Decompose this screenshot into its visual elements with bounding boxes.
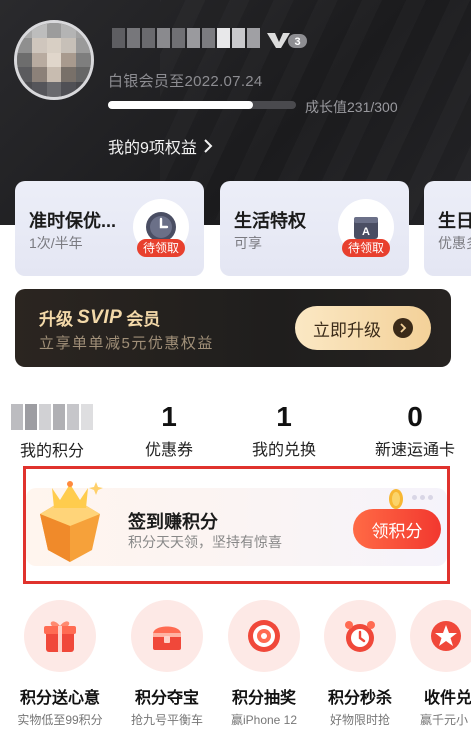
chevron-right-icon (204, 139, 213, 153)
stat-label: 我的积分 (19, 443, 84, 460)
menu-icon-ring (410, 600, 471, 672)
menu-item-delivery-redeem[interactable]: 收件兑 赢千元小 (410, 600, 471, 728)
menu-item-subtitle: 实物低至99积分 (17, 713, 103, 727)
pending-claim-tag: 待领取 (137, 239, 186, 257)
benefit-card-subtitle: 优惠多 (438, 235, 471, 251)
star-badge-icon (431, 621, 461, 651)
benefit-card-punctuality[interactable]: 准时保优... 1次/半年 待领取 (15, 181, 204, 276)
menu-icon-ring (228, 600, 300, 672)
menu-item-treasure[interactable]: 积分夺宝 抢九号平衡车 (117, 600, 217, 728)
stat-coupons[interactable]: 1 优惠券 (114, 400, 224, 460)
gift-box-icon (44, 621, 76, 652)
svg-text:A: A (362, 226, 370, 238)
svip-title-suffix: 会员 (126, 310, 161, 329)
lottery-wheel-icon (248, 620, 280, 652)
menu-item-label: 积分抽奖 (231, 690, 296, 707)
benefit-card-subtitle: 可享 (234, 235, 262, 251)
username-redacted (112, 28, 260, 48)
svg-text:3: 3 (294, 36, 300, 48)
growth-progress-fill (108, 101, 253, 109)
menu-icon-ring (24, 600, 96, 672)
benefit-card-title: 生活特权 (234, 211, 306, 231)
menu-item-subtitle: 抢九号平衡车 (130, 713, 203, 727)
menu-icon-ring (131, 600, 203, 672)
benefit-card-life-privilege[interactable]: 生活特权 可享 A 待领取 (220, 181, 409, 276)
my-benefits-link[interactable]: 我的9项权益 (108, 134, 215, 158)
arrow-right-icon (393, 318, 413, 338)
treasure-chest-icon (153, 626, 181, 650)
upgrade-now-button[interactable]: 立即升级 (295, 306, 431, 350)
menu-item-subtitle: 好物限时抢 (329, 713, 390, 727)
menu-item-subtitle: 赢千元小 (420, 713, 469, 727)
stat-value: 0 (407, 401, 423, 432)
menu-item-lottery[interactable]: 积分抽奖 赢iPhone 12 (214, 600, 314, 728)
stat-value: 1 (161, 401, 177, 432)
stat-value: 1 (276, 401, 292, 432)
benefit-card-subtitle: 1次/半年 (29, 235, 83, 251)
benefit-card-birthday[interactable]: 生日 优惠多 (424, 181, 471, 276)
benefit-card-title: 准时保优... (29, 211, 117, 231)
stat-label: 新速运通卡 (374, 442, 455, 459)
menu-item-flash-sale[interactable]: 积分秒杀 好物限时抢 (310, 600, 410, 728)
benefit-card-title: 生日 (438, 211, 471, 231)
points-menu-row: 积分送心意 实物低至99积分 积分夺宝 抢九号平衡车 积分抽奖 赢iPhone … (0, 600, 471, 731)
menu-item-label: 积分夺宝 (134, 690, 199, 707)
avatar-pixelated-image (17, 23, 91, 97)
menu-item-subtitle: 赢iPhone 12 (230, 713, 298, 727)
stat-label: 我的兑换 (251, 442, 316, 459)
account-stats-row: 我的积分 1 优惠券 1 我的兑换 0 新速运通卡 (0, 400, 471, 460)
svip-subtitle: 立享单单减5元优惠权益 (39, 335, 214, 352)
stat-my-points[interactable]: 我的积分 (0, 400, 104, 461)
svip-title-prefix: 升级 (39, 310, 73, 329)
menu-item-label: 收件兑 (424, 690, 471, 707)
vip-level-badge-icon: 3 (267, 33, 307, 48)
menu-item-label: 积分秒杀 (327, 690, 392, 707)
my-benefits-label: 我的9项权益 (108, 140, 197, 157)
member-expiry-text: 白银会员至2022.07.24 (108, 73, 263, 90)
menu-item-label: 积分送心意 (19, 690, 100, 707)
growth-value-text: 成长值231/300 (305, 99, 398, 115)
menu-icon-ring (324, 600, 396, 672)
upgrade-now-label: 立即升级 (313, 320, 381, 340)
growth-progress-bar (108, 101, 296, 109)
stat-my-exchanges[interactable]: 1 我的兑换 (229, 400, 339, 460)
menu-item-gift-points[interactable]: 积分送心意 实物低至99积分 (10, 600, 110, 728)
pending-claim-tag: 待领取 (342, 239, 391, 257)
stat-label: 优惠券 (144, 442, 193, 459)
stat-express-card[interactable]: 0 新速运通卡 (360, 400, 470, 460)
points-value-redacted (11, 404, 93, 430)
svip-upgrade-banner[interactable]: 升级 SVIP 会员 立享单单减5元优惠权益 立即升级 (15, 289, 451, 367)
svip-logo-text: SVIP (77, 306, 123, 328)
alarm-clock-icon (345, 621, 375, 652)
highlight-annotation-box (23, 466, 450, 584)
svip-title: 升级 SVIP 会员 (39, 305, 160, 330)
avatar[interactable] (14, 20, 94, 100)
